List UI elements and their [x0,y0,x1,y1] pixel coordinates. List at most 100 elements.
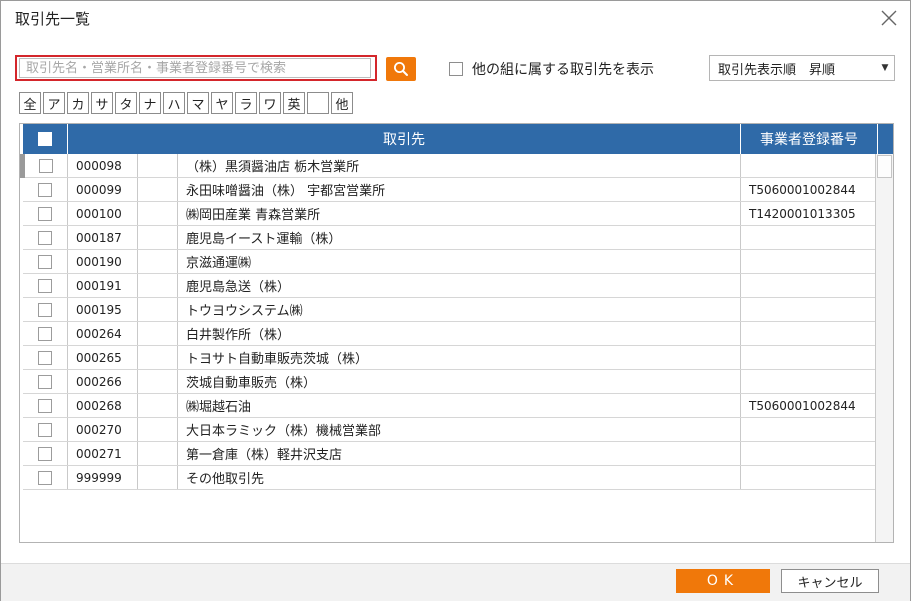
ok-button[interactable]: OK [676,569,770,593]
row-checkbox-cell [22,225,68,250]
row-spacer-cell [137,369,178,394]
kana-filter-button[interactable]: ヤ [211,92,233,114]
kana-filter-button[interactable]: ハ [163,92,185,114]
row-checkbox[interactable] [37,422,52,437]
client-code: 000266 [67,369,138,394]
client-name: 鹿児島急送（株） [177,273,742,298]
kana-filter-button[interactable]: 英 [283,92,305,114]
table-row[interactable]: 000270 大日本ラミック（株）機械営業部 [22,417,893,442]
kana-filter-button[interactable]: サ [91,92,113,114]
column-header-registration[interactable]: 事業者登録番号 [740,124,879,154]
client-name: ㈱岡田産業 青森営業所 [177,201,742,226]
client-name: その他取引先 [177,465,742,490]
kana-filter-button[interactable]: ア [43,92,65,114]
table-row[interactable]: 000098 （株）黒須醤油店 栃木営業所 [20,154,893,178]
client-code: 000265 [67,345,138,370]
client-code: 000100 [67,201,138,226]
kana-filter-button[interactable]: カ [67,92,89,114]
kana-filter-button[interactable]: 全 [19,92,41,114]
column-header-name[interactable]: 取引先 [67,124,742,154]
kana-filter-button[interactable] [307,92,329,114]
client-table: 取引先 事業者登録番号 000098 （株）黒須醤油店 栃木営業所 000099 永田… [19,123,894,543]
row-checkbox-cell [22,321,68,346]
table-row[interactable]: 000271 第一倉庫（株）軽井沢支店 [22,441,893,466]
search-input[interactable] [19,58,371,78]
sort-order-value: 取引先表示順 昇順 [718,62,836,78]
client-name: 京滋通運㈱ [177,249,742,274]
select-all-header [22,124,68,154]
search-icon [394,62,408,76]
row-checkbox-cell [22,201,68,226]
row-spacer-cell [137,345,178,370]
row-checkbox-cell [22,369,68,394]
table-row[interactable]: 000264 白井製作所（株） [22,321,893,346]
client-name: （株）黒須醤油店 栃木営業所 [177,154,742,178]
client-name: 第一倉庫（株）軽井沢支店 [177,441,742,466]
client-name: 白井製作所（株） [177,321,742,346]
sort-order-select[interactable]: 取引先表示順 昇順 ▼ [709,55,895,81]
dialog-title: 取引先一覧 [15,10,91,28]
client-name: 永田味噌醤油（株） 宇都宮営業所 [177,177,742,202]
kana-filter-button[interactable]: マ [187,92,209,114]
row-checkbox[interactable] [37,446,52,461]
row-checkbox-cell [20,154,68,178]
row-checkbox[interactable] [37,302,52,317]
row-spacer-cell [137,465,178,490]
table-row[interactable]: 000187 鹿児島イースト運輸（株） [22,225,893,250]
scrollbar-thumb[interactable] [877,155,892,178]
row-checkbox[interactable] [37,206,52,221]
row-checkbox[interactable] [37,182,52,197]
registration-number [740,441,879,466]
table-row[interactable]: 000265 トヨサト自動車販売茨城（株） [22,345,893,370]
select-all-checkbox[interactable] [37,132,52,146]
row-checkbox[interactable] [39,158,53,173]
row-checkbox[interactable] [37,470,52,485]
table-row[interactable]: 000195 トウヨウシステム㈱ [22,297,893,322]
table-row[interactable]: 000100 ㈱岡田産業 青森営業所 T1420001013305 [22,201,893,226]
row-spacer-cell [137,321,178,346]
registration-number: T5060001002844 [740,177,879,202]
client-code: 000099 [67,177,138,202]
row-checkbox-cell [22,177,68,202]
row-checkbox-cell [22,465,68,490]
row-checkbox-cell [22,249,68,274]
row-spacer-cell [137,417,178,442]
row-checkbox[interactable] [37,278,52,293]
table-row[interactable]: 999999 その他取引先 [22,465,893,490]
kana-filter-button[interactable]: ワ [259,92,281,114]
row-spacer-cell [137,154,178,178]
client-name: トウヨウシステム㈱ [177,297,742,322]
kana-filter-button[interactable]: 他 [331,92,353,114]
row-spacer-cell [137,201,178,226]
close-icon[interactable] [876,5,902,31]
show-other-groups-checkbox[interactable] [449,62,463,76]
search-button[interactable] [386,57,416,81]
registration-number [740,417,879,442]
row-checkbox[interactable] [37,350,52,365]
table-row[interactable]: 000099 永田味噌醤油（株） 宇都宮営業所 T5060001002844 [22,177,893,202]
row-checkbox[interactable] [37,326,52,341]
kana-filter-button[interactable]: タ [115,92,137,114]
row-checkbox[interactable] [37,230,52,245]
vertical-scrollbar[interactable] [875,154,893,542]
row-checkbox-cell [22,393,68,418]
table-row[interactable]: 000190 京滋通運㈱ [22,249,893,274]
kana-filter-button[interactable]: ナ [139,92,161,114]
client-name: トヨサト自動車販売茨城（株） [177,345,742,370]
cancel-button[interactable]: キャンセル [781,569,879,593]
row-checkbox[interactable] [37,254,52,269]
table-row[interactable]: 000191 鹿児島急送（株） [22,273,893,298]
row-checkbox-cell [22,345,68,370]
row-checkbox[interactable] [37,398,52,413]
client-code: 000187 [67,225,138,250]
client-list-dialog: 取引先一覧 他の組に属する取引先を表示 取引先表示順 昇順 ▼ 全アカサタナハマ… [0,0,911,601]
row-checkbox[interactable] [37,374,52,389]
caret-down-icon: ▼ [881,63,889,73]
kana-filter-button[interactable]: ラ [235,92,257,114]
table-row[interactable]: 000268 ㈱堀越石油 T5060001002844 [22,393,893,418]
row-spacer-cell [137,177,178,202]
client-code: 000191 [67,273,138,298]
registration-number: T5060001002844 [740,393,879,418]
table-row[interactable]: 000266 茨城自動車販売（株） [22,369,893,394]
registration-number [740,225,879,250]
